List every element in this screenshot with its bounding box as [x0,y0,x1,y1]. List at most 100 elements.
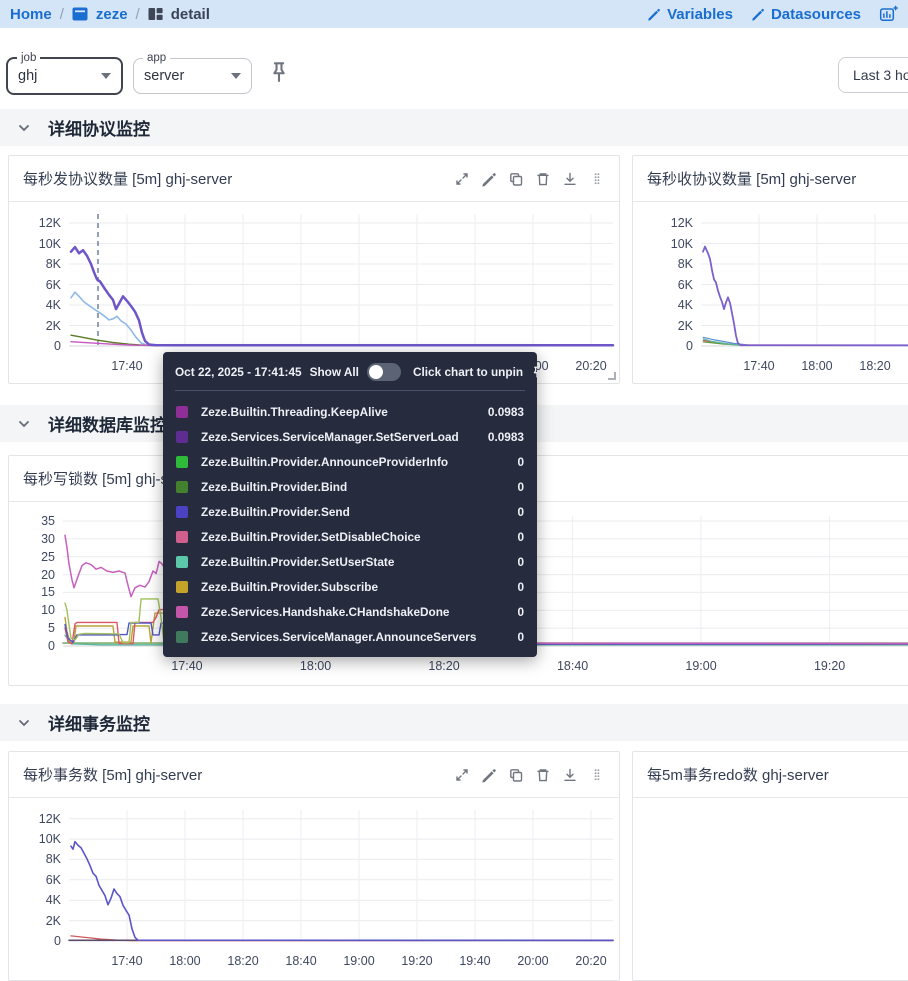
x-axis-tick-label: 17:40 [729,359,789,373]
download-icon[interactable] [562,767,578,783]
x-axis-tick-label: 20:20 [561,954,621,968]
app-select[interactable]: app server [133,58,252,94]
transactions-chart[interactable]: 12K10K8K6K4K2K017:4018:0018:2018:4019:00… [69,810,613,941]
series-name: Zeze.Builtin.Provider.Send [201,505,509,519]
edit-icon[interactable] [481,767,497,783]
tooltip-series-row[interactable]: Zeze.Services.Handshake.CHandshakeDone0 [163,599,537,624]
expand-icon[interactable] [454,767,470,783]
series-value: 0 [517,580,524,594]
panel-redo: 每5m事务redo数 ghj-server [632,751,908,981]
download-icon[interactable] [562,171,578,187]
y-axis-tick-label: 8K [643,256,693,272]
y-axis-tick-label: 5 [5,620,55,636]
pin-icon[interactable] [531,365,537,379]
x-axis-tick-label: 20:20 [561,359,621,373]
tooltip-series-row[interactable]: Zeze.Builtin.Provider.Send 0 [163,499,537,524]
y-axis-tick-label: 10K [11,831,61,847]
series-name: Zeze.Services.ServiceManager.SetServerLo… [201,430,480,444]
variables-label: Variables [667,6,733,23]
tooltip-series-row[interactable]: Zeze.Builtin.Provider.SetUserState0 [163,549,537,574]
received-protocols-chart[interactable]: 12K10K8K6K4K2K017:4018:0018:2018:40 [701,214,908,346]
unpin-hint: Click chart to unpin [413,365,523,379]
delete-icon[interactable] [535,767,551,783]
panel-header: 每5m事务redo数 ghj-server [633,752,908,798]
drag-handle-icon[interactable] [589,767,605,783]
tooltip-series-row[interactable]: Zeze.Builtin.Provider.Subscribe 0 [163,574,537,599]
y-axis-tick-label: 0 [643,338,693,354]
edit-icon[interactable] [481,171,497,187]
series-color-swatch [176,581,188,593]
breadcrumb-separator: / [136,6,140,23]
add-panel-icon[interactable] [879,5,898,23]
y-axis-tick-label: 10 [5,602,55,618]
x-axis-tick-label: 18:40 [271,954,331,968]
copy-icon[interactable] [508,767,524,783]
chart-series[interactable] [69,810,613,941]
panel-resize-handle[interactable] [608,372,616,380]
y-axis-tick-label: 4K [643,297,693,313]
breadcrumb-folder[interactable]: zeze [96,6,128,23]
y-axis-tick-label: 2K [11,913,61,929]
y-axis-tick-label: 10K [643,236,693,252]
copy-icon[interactable] [508,171,524,187]
y-axis-tick-label: 4K [11,892,61,908]
tooltip-series-row[interactable]: Zeze.Services.ServiceManager.SetServerLo… [163,424,537,449]
series-name: Zeze.Builtin.Provider.Subscribe [201,580,509,594]
section-transaction[interactable]: 详细事务监控 [0,704,908,741]
tooltip-series-row[interactable]: Zeze.Services.ServiceManager.AnnounceSer… [163,624,537,649]
series-name: Zeze.Builtin.Provider.Bind [201,480,509,494]
chevron-down-icon [101,73,111,79]
edit-pencil-icon [751,7,765,21]
breadcrumb: Home / zeze / detail [10,6,210,23]
tooltip-series-row[interactable]: Zeze.Builtin.Threading.KeepAlive0.0983 [163,399,537,424]
series-name: Zeze.Builtin.Provider.SetUserState [201,555,509,569]
series-value: 0 [517,530,524,544]
series-value: 0.0983 [488,405,524,419]
y-axis-tick-label: 12K [11,215,61,231]
chevron-down-icon [231,73,241,79]
tooltip-series-row[interactable]: Zeze.Builtin.Provider.Bind0 [163,474,537,499]
section-title: 详细协议监控 [48,115,150,140]
y-axis-tick-label: 12K [643,215,693,231]
job-select-value: ghj [18,68,37,84]
x-axis-tick-label: 18:20 [414,659,474,673]
topbar-actions: Variables Datasources [647,5,898,23]
sent-protocols-chart[interactable]: 12K10K8K6K4K2K017:4018:0018:2018:4019:00… [69,214,613,346]
app-select-value: server [144,68,184,84]
expand-icon[interactable] [454,171,470,187]
x-axis-tick-label: 19:00 [671,659,731,673]
section-protocol[interactable]: 详细协议监控 [0,109,908,146]
panel-title: 每秒事务数 [5m] ghj-server [23,764,202,785]
x-axis-tick-label: 18:20 [213,954,273,968]
tooltip-series-row[interactable]: Zeze.Builtin.Provider.AnnounceProviderIn… [163,449,537,474]
panel-toolbar [454,767,605,783]
delete-icon[interactable] [535,171,551,187]
time-range-button[interactable]: Last 3 hours [838,57,908,93]
panel-title: 每秒发协议数量 [5m] ghj-server [23,168,232,189]
variables-link[interactable]: Variables [647,6,733,23]
y-axis-tick-label: 2K [11,318,61,334]
x-axis-tick-label: 18:00 [155,954,215,968]
chart-series[interactable] [69,214,613,346]
toggle-knob [369,365,383,379]
show-all-toggle[interactable] [367,363,401,381]
y-axis-tick-label: 8K [11,851,61,867]
chart-series[interactable] [701,214,908,346]
datasources-link[interactable]: Datasources [751,6,861,23]
panel-sent-protocols: 每秒发协议数量 [5m] ghj-server 12K10K8K6K4K2K01… [8,155,620,384]
tooltip-series-row[interactable]: Zeze.Builtin.Provider.SetDisableChoice0 [163,524,537,549]
series-name: Zeze.Builtin.Provider.AnnounceProviderIn… [201,455,509,469]
x-axis-tick-label: 19:20 [800,659,860,673]
chevron-down-icon [16,416,32,432]
drag-handle-icon[interactable] [589,171,605,187]
x-axis-tick-label: 18:20 [845,359,905,373]
job-select[interactable]: job ghj [6,57,123,95]
x-axis-tick-label: 17:40 [97,359,157,373]
series-value: 0 [517,505,524,519]
x-axis-tick-label: 19:00 [329,954,389,968]
breadcrumb-home[interactable]: Home [10,6,52,23]
dashboard-icon [148,7,163,21]
pin-filters-icon[interactable] [268,60,290,84]
y-axis-tick-label: 15 [5,584,55,600]
show-all-label: Show All [310,365,359,379]
